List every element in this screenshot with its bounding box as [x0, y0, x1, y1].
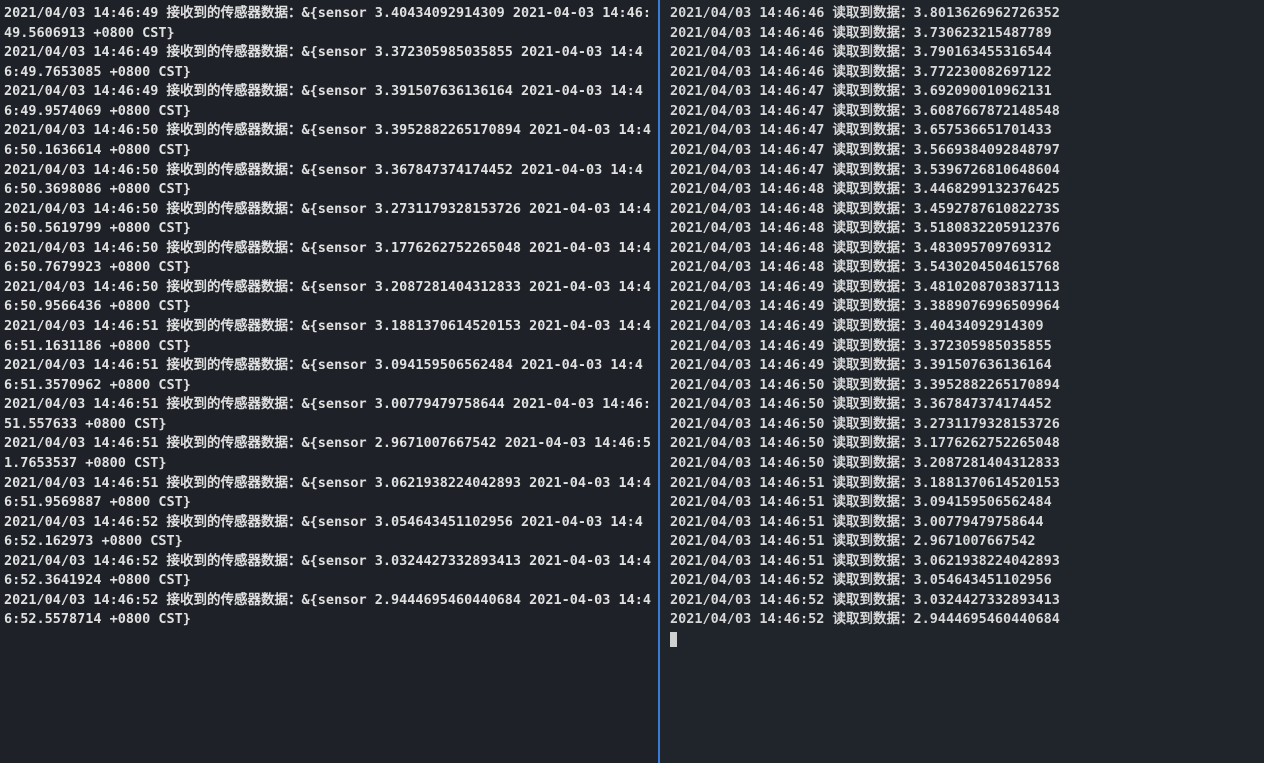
log-line: 2021/04/03 14:46:46 读取到数据：3.801362696272…	[670, 4, 1258, 24]
log-line: 2021/04/03 14:46:48 读取到数据：3.446829913237…	[670, 180, 1258, 200]
log-line: 2021/04/03 14:46:50 读取到数据：3.367847374174…	[670, 395, 1258, 415]
log-line: 2021/04/03 14:46:48 读取到数据：3.459278761082…	[670, 200, 1258, 220]
log-line: 2021/04/03 14:46:49 读取到数据：3.481020870383…	[670, 278, 1258, 298]
log-line: 2021/04/03 14:46:50 读取到数据：3.208728140431…	[670, 454, 1258, 474]
log-line: 2021/04/03 14:46:46 读取到数据：3.772230082697…	[670, 63, 1258, 83]
log-line: 2021/04/03 14:46:49 读取到数据：3.388907699650…	[670, 297, 1258, 317]
log-line: 2021/04/03 14:46:51 接收到的传感器数据：&{sensor 3…	[4, 356, 652, 395]
log-line: 2021/04/03 14:46:50 读取到数据：3.273117932815…	[670, 415, 1258, 435]
log-line: 2021/04/03 14:46:48 读取到数据：3.483095709769…	[670, 239, 1258, 259]
log-line: 2021/04/03 14:46:46 读取到数据：3.730623215487…	[670, 24, 1258, 44]
log-line: 2021/04/03 14:46:50 接收到的传感器数据：&{sensor 3…	[4, 239, 652, 278]
log-line: 2021/04/03 14:46:50 读取到数据：3.177626275226…	[670, 434, 1258, 454]
log-line: 2021/04/03 14:46:52 接收到的传感器数据：&{sensor 3…	[4, 552, 652, 591]
log-line: 2021/04/03 14:46:46 读取到数据：3.790163455316…	[670, 43, 1258, 63]
log-line: 2021/04/03 14:46:52 接收到的传感器数据：&{sensor 3…	[4, 513, 652, 552]
log-line: 2021/04/03 14:46:51 读取到数据：3.007794797586…	[670, 513, 1258, 533]
log-line: 2021/04/03 14:46:52 读取到数据：3.032442733289…	[670, 591, 1258, 611]
log-line: 2021/04/03 14:46:51 读取到数据：3.062193822404…	[670, 552, 1258, 572]
log-line: 2021/04/03 14:46:50 接收到的传感器数据：&{sensor 3…	[4, 161, 652, 200]
log-line: 2021/04/03 14:46:47 读取到数据：3.657536651701…	[670, 121, 1258, 141]
log-line: 2021/04/03 14:46:50 接收到的传感器数据：&{sensor 3…	[4, 121, 652, 160]
log-line: 2021/04/03 14:46:52 读取到数据：3.054643451102…	[670, 571, 1258, 591]
log-line: 2021/04/03 14:46:49 读取到数据：3.391507636136…	[670, 356, 1258, 376]
log-line: 2021/04/03 14:46:51 接收到的传感器数据：&{sensor 3…	[4, 395, 652, 434]
log-line: 2021/04/03 14:46:47 读取到数据：3.608766787214…	[670, 102, 1258, 122]
log-line: 2021/04/03 14:46:48 读取到数据：3.543020450461…	[670, 258, 1258, 278]
log-line: 2021/04/03 14:46:51 读取到数据：3.094159506562…	[670, 493, 1258, 513]
terminal-pane-left[interactable]: 2021/04/03 14:46:49 接收到的传感器数据：&{sensor 3…	[0, 0, 660, 763]
log-line: 2021/04/03 14:46:50 接收到的传感器数据：&{sensor 3…	[4, 200, 652, 239]
log-line: 2021/04/03 14:46:47 读取到数据：3.539672681064…	[670, 161, 1258, 181]
log-line: 2021/04/03 14:46:47 读取到数据：3.692090010962…	[670, 82, 1258, 102]
log-line: 2021/04/03 14:46:51 读取到数据：2.967100766754…	[670, 532, 1258, 552]
terminal-cursor	[670, 632, 677, 647]
log-line: 2021/04/03 14:46:52 接收到的传感器数据：&{sensor 2…	[4, 591, 652, 630]
log-line: 2021/04/03 14:46:49 读取到数据：3.404340929143…	[670, 317, 1258, 337]
log-line: 2021/04/03 14:46:48 读取到数据：3.518083220591…	[670, 219, 1258, 239]
log-line: 2021/04/03 14:46:49 接收到的传感器数据：&{sensor 3…	[4, 4, 652, 43]
log-line: 2021/04/03 14:46:51 读取到数据：3.188137061452…	[670, 474, 1258, 494]
log-line: 2021/04/03 14:46:50 读取到数据：3.395288226517…	[670, 376, 1258, 396]
log-line: 2021/04/03 14:46:49 接收到的传感器数据：&{sensor 3…	[4, 82, 652, 121]
log-line: 2021/04/03 14:46:47 读取到数据：3.566938409284…	[670, 141, 1258, 161]
terminal-pane-right[interactable]: 2021/04/03 14:46:46 读取到数据：3.801362696272…	[660, 0, 1264, 763]
log-line: 2021/04/03 14:46:51 接收到的传感器数据：&{sensor 2…	[4, 434, 652, 473]
log-line: 2021/04/03 14:46:49 接收到的传感器数据：&{sensor 3…	[4, 43, 652, 82]
log-line: 2021/04/03 14:46:49 读取到数据：3.372305985035…	[670, 337, 1258, 357]
log-line: 2021/04/03 14:46:50 接收到的传感器数据：&{sensor 3…	[4, 278, 652, 317]
log-line: 2021/04/03 14:46:51 接收到的传感器数据：&{sensor 3…	[4, 474, 652, 513]
log-line: 2021/04/03 14:46:52 读取到数据：2.944469546044…	[670, 610, 1258, 630]
log-line: 2021/04/03 14:46:51 接收到的传感器数据：&{sensor 3…	[4, 317, 652, 356]
